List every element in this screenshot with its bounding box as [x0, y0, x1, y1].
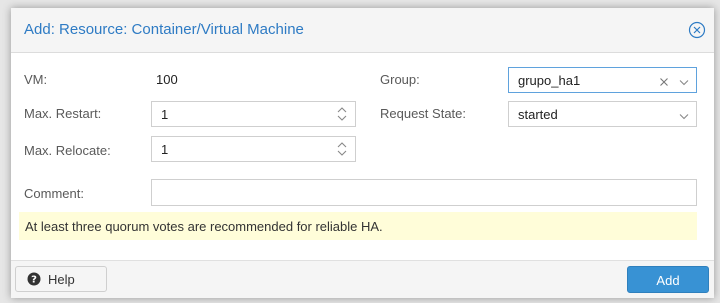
svg-text:?: ?: [31, 275, 37, 286]
dialog-footer: ? Help Add: [11, 260, 714, 298]
help-label: Help: [48, 272, 75, 287]
max-relocate-value: 1: [161, 142, 169, 157]
request-state-label: Request State:: [380, 106, 466, 121]
comment-input[interactable]: [151, 179, 697, 206]
group-label: Group:: [380, 72, 420, 87]
comment-label: Comment:: [24, 186, 84, 201]
group-combobox[interactable]: grupo_ha1: [508, 67, 697, 93]
max-relocate-spinner[interactable]: 1: [151, 136, 356, 162]
add-button[interactable]: Add: [627, 266, 709, 293]
max-restart-spinner[interactable]: 1: [151, 101, 356, 127]
max-restart-label: Max. Restart:: [24, 106, 102, 121]
group-value: grupo_ha1: [518, 73, 581, 88]
request-state-combobox[interactable]: started: [508, 101, 697, 127]
chevron-down-icon[interactable]: [678, 75, 690, 86]
chevron-down-icon[interactable]: [678, 109, 690, 120]
spinner-arrows-icon[interactable]: [336, 140, 348, 158]
dialog-titlebar: Add: Resource: Container/Virtual Machine: [11, 8, 714, 53]
add-label: Add: [656, 273, 680, 288]
warning-text: At least three quorum votes are recommen…: [25, 219, 383, 234]
spinner-arrows-icon[interactable]: [336, 105, 348, 123]
resource-dialog: Add: Resource: Container/Virtual Machine…: [11, 8, 714, 298]
vm-label: VM:: [24, 72, 48, 87]
max-relocate-label: Max. Relocate:: [24, 143, 111, 158]
question-circle-icon: ?: [27, 272, 41, 286]
max-restart-value: 1: [161, 107, 169, 122]
request-state-value: started: [518, 107, 558, 122]
vm-value: 100: [156, 72, 178, 87]
warning-box: At least three quorum votes are recommen…: [19, 212, 697, 240]
dialog-title: Add: Resource: Container/Virtual Machine: [24, 21, 304, 38]
clear-x-icon[interactable]: [658, 75, 670, 86]
help-button[interactable]: ? Help: [15, 266, 107, 292]
close-icon[interactable]: [688, 21, 706, 39]
